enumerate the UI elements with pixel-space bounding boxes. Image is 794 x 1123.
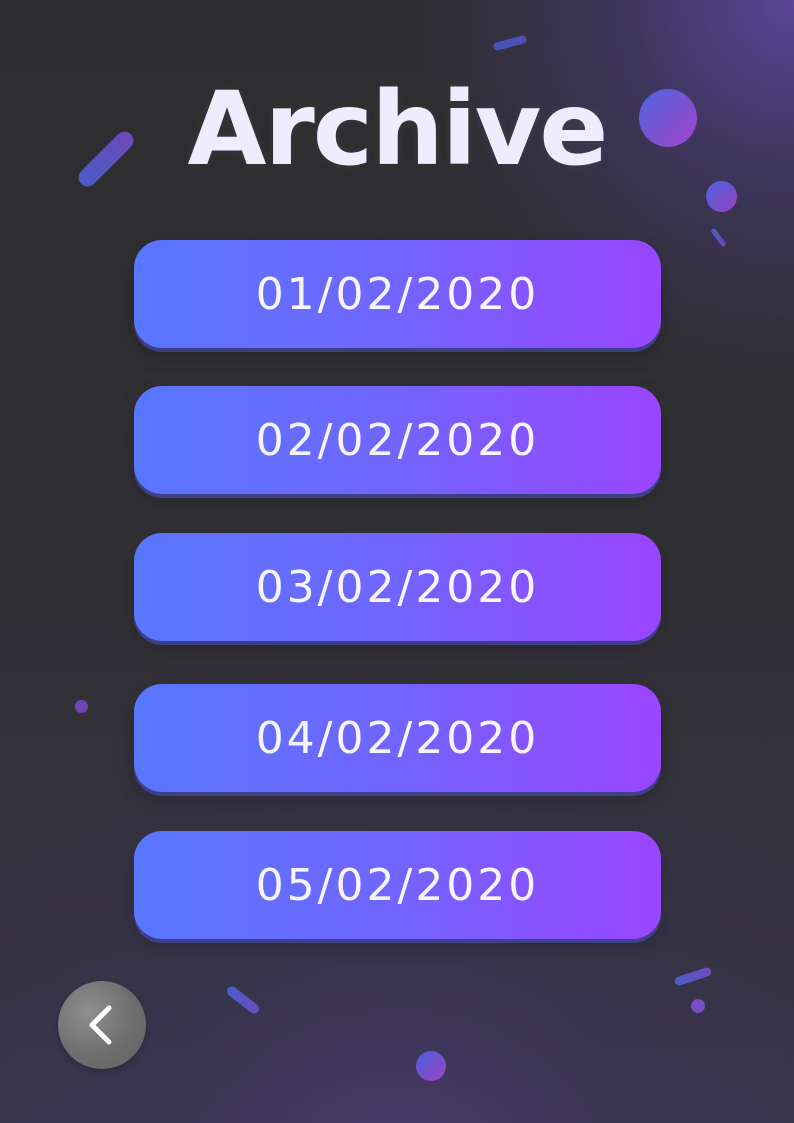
- back-button[interactable]: [58, 981, 146, 1069]
- archive-date-button[interactable]: 01/02/2020: [134, 240, 661, 348]
- decor-bar-top-center: [492, 34, 528, 52]
- page-title: Archive: [187, 70, 609, 189]
- decor-dot-left: [75, 700, 88, 713]
- decor-bar-bottom-left: [224, 984, 262, 1016]
- archive-date-button[interactable]: 04/02/2020: [134, 684, 661, 792]
- archive-screen: Archive 01/02/2020 02/02/2020 03/02/2020…: [0, 0, 794, 1123]
- archive-date-button[interactable]: 03/02/2020: [134, 533, 661, 641]
- chevron-left-icon: [89, 1005, 112, 1045]
- decor-bar-bottom-right: [673, 966, 713, 987]
- decor-dot-bottom-right: [691, 999, 705, 1013]
- archive-date-button[interactable]: 05/02/2020: [134, 831, 661, 939]
- archive-date-button[interactable]: 02/02/2020: [134, 386, 661, 494]
- decor-circle-bottom-center: [416, 1051, 446, 1081]
- decor-bar-right: [710, 227, 727, 248]
